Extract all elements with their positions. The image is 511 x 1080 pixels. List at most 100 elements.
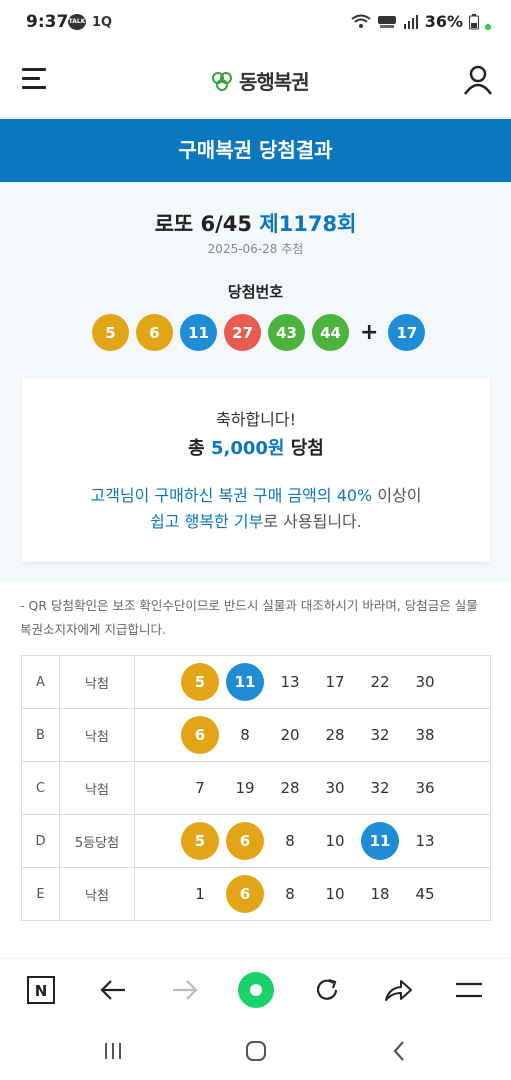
refresh-icon[interactable] bbox=[310, 973, 344, 1007]
draw-date: 2025-06-28 추첨 bbox=[207, 242, 304, 256]
game-numbers: 6 8 20 28 32 38 bbox=[134, 708, 491, 762]
game-result: 낙첨 bbox=[59, 761, 135, 815]
ticket-number: 8 bbox=[240, 726, 250, 744]
ticket-number: 8 bbox=[285, 885, 295, 903]
winning-ball: 6 bbox=[136, 314, 173, 351]
status-time: 9:37 bbox=[26, 12, 69, 32]
game-result: 낙첨 bbox=[59, 655, 135, 709]
donation-highlight-1: 고객님이 구매하신 복권 구매 금액의 40% bbox=[90, 486, 373, 505]
ticket-number: 36 bbox=[415, 779, 435, 797]
matched-number: 5 bbox=[181, 663, 219, 701]
prize-prefix: 총 bbox=[188, 438, 205, 459]
game-result: 낙첨 bbox=[59, 867, 135, 921]
status-left-icons: TALK 1Q bbox=[68, 14, 112, 30]
qr-notice: - QR 당첨확인은 보조 확인수단이므로 반드시 실물과 대조하시기 바라며,… bbox=[20, 598, 478, 637]
system-navigation-bar bbox=[0, 1022, 511, 1080]
recents-icon[interactable] bbox=[98, 1038, 128, 1064]
ticket-number: 1 bbox=[195, 885, 205, 903]
matched-number: 6 bbox=[226, 875, 264, 913]
winning-ball: 11 bbox=[180, 314, 217, 351]
svg-text:N: N bbox=[35, 982, 48, 1000]
donation-message-line1: 고객님이 구매하신 복권 구매 금액의 40% 이상이 bbox=[22, 482, 490, 506]
game-result: 낙첨 bbox=[59, 708, 135, 762]
back-arrow-icon[interactable] bbox=[96, 973, 130, 1007]
ticket-row: C 낙첨 7 19 28 30 32 36 bbox=[21, 761, 491, 815]
back-icon[interactable] bbox=[384, 1038, 414, 1064]
round-title: 로또 6/45 제1178회 bbox=[0, 208, 511, 238]
ticket-number: 28 bbox=[280, 779, 300, 797]
ticket-number: 32 bbox=[370, 779, 390, 797]
wifi-icon bbox=[351, 14, 371, 28]
talk-icon: TALK bbox=[68, 14, 86, 30]
game-name: 로또 6/45 bbox=[154, 212, 253, 236]
winning-ball: 43 bbox=[268, 314, 305, 351]
winning-ball: 44 bbox=[312, 314, 349, 351]
status-right-icons: 36% bbox=[351, 12, 491, 31]
matched-number: 5 bbox=[181, 822, 219, 860]
game-numbers: 1 6 8 10 18 45 bbox=[134, 867, 491, 921]
ticket-number: 8 bbox=[285, 832, 295, 850]
congrats-text: 축하합니다! bbox=[215, 410, 296, 429]
naver-icon[interactable]: N bbox=[24, 973, 58, 1007]
home-green-icon[interactable] bbox=[237, 971, 275, 1009]
game-label: D bbox=[21, 814, 60, 868]
matched-number: 6 bbox=[181, 716, 219, 754]
ticket-number: 30 bbox=[325, 779, 345, 797]
matched-number: 11 bbox=[361, 822, 399, 860]
clover-logo-icon bbox=[212, 71, 232, 91]
game-numbers: 5 11 13 17 22 30 bbox=[134, 655, 491, 709]
status-bar: 9:37 TALK 1Q 36% bbox=[0, 0, 511, 48]
ticket-row: A 낙첨 5 11 13 17 22 30 bbox=[21, 655, 491, 709]
menu-icon[interactable] bbox=[452, 973, 486, 1007]
winning-numbers-label: 당첨번호 bbox=[227, 283, 284, 301]
privacy-dot-icon bbox=[485, 23, 491, 30]
ticket-number: 38 bbox=[415, 726, 435, 744]
ticket-number: 22 bbox=[370, 673, 390, 691]
page-title-banner: 구매복권 당첨결과 bbox=[0, 119, 511, 182]
game-numbers: 5 6 8 10 11 13 bbox=[134, 814, 491, 868]
user-icon[interactable] bbox=[463, 64, 493, 96]
ticket-table: A 낙첨 5 11 13 17 22 30 B 낙첨 6 8 20 28 32 38 C 낙첨 7 19 28 30 32 3… bbox=[21, 655, 491, 921]
round-number: 제1178회 bbox=[259, 212, 357, 236]
game-label: E bbox=[21, 867, 60, 921]
ticket-number: 13 bbox=[280, 673, 300, 691]
ticket-number: 10 bbox=[325, 885, 345, 903]
app-header: 동행복권 bbox=[0, 48, 511, 118]
ticket-number: 13 bbox=[415, 832, 435, 850]
hamburger-icon[interactable] bbox=[22, 68, 46, 92]
battery-icon bbox=[469, 13, 479, 29]
donation-rest-1: 이상이 bbox=[377, 486, 422, 505]
winning-ball: 5 bbox=[92, 314, 129, 351]
matched-number: 11 bbox=[226, 663, 264, 701]
1q-icon: 1Q bbox=[92, 14, 113, 30]
ticket-number: 28 bbox=[325, 726, 345, 744]
logo-text: 동행복권 bbox=[239, 70, 310, 94]
ticket-row: D 5등당첨 5 6 8 10 11 13 bbox=[21, 814, 491, 868]
ticket-number: 7 bbox=[195, 779, 205, 797]
dhlottery-logo[interactable]: 동행복권 bbox=[210, 66, 310, 95]
ticket-number: 45 bbox=[415, 885, 435, 903]
ticket-number: 19 bbox=[235, 779, 255, 797]
ticket-number: 10 bbox=[325, 832, 345, 850]
winning-numbers: 5 6 11 27 43 44 +17 bbox=[92, 314, 432, 351]
result-card: 축하합니다! 총 5,000원 당첨 고객님이 구매하신 복권 구매 금액의 4… bbox=[22, 378, 490, 562]
game-label: C bbox=[21, 761, 60, 815]
home-icon[interactable] bbox=[241, 1038, 271, 1064]
forward-arrow-icon[interactable] bbox=[168, 973, 202, 1007]
ticket-number: 30 bbox=[415, 673, 435, 691]
ticket-number: 17 bbox=[325, 673, 345, 691]
ticket-number: 20 bbox=[280, 726, 300, 744]
ticket-number: 18 bbox=[370, 885, 390, 903]
ticket-row: E 낙첨 1 6 8 10 18 45 bbox=[21, 867, 491, 921]
donation-highlight-2: 쉽고 행복한 기부 bbox=[150, 512, 264, 531]
prize-amount: 5,000원 bbox=[210, 438, 285, 459]
share-icon[interactable] bbox=[381, 973, 415, 1007]
bonus-ball: 17 bbox=[388, 314, 426, 351]
prize-text: 총 5,000원 당첨 bbox=[22, 434, 490, 460]
game-label: A bbox=[21, 655, 60, 709]
matched-number: 6 bbox=[226, 822, 264, 860]
bonus-plus-sign: + bbox=[360, 320, 379, 345]
signal-icon bbox=[403, 14, 418, 29]
game-numbers: 7 19 28 30 32 36 bbox=[134, 761, 491, 815]
ticket-number: 32 bbox=[370, 726, 390, 744]
